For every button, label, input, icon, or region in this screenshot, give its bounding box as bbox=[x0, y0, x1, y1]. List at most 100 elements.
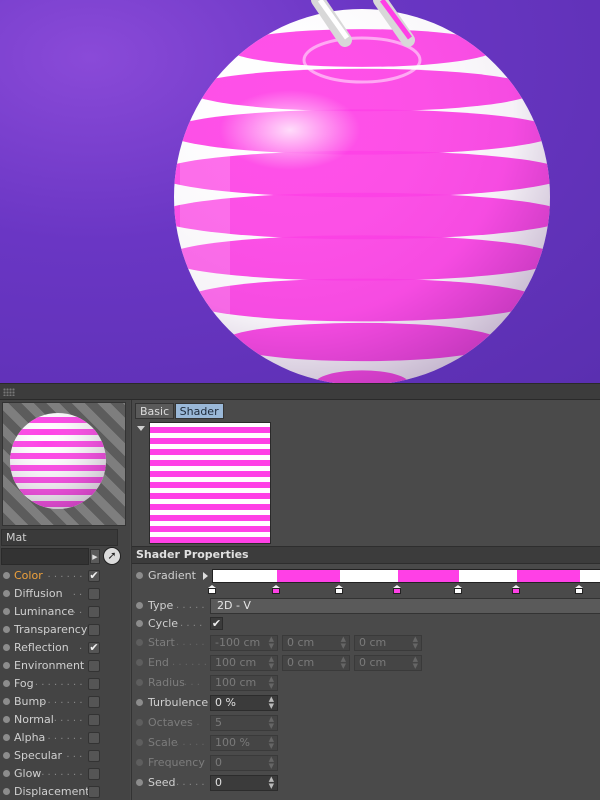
animate-dot-icon[interactable] bbox=[3, 572, 10, 579]
animate-dot-icon[interactable] bbox=[3, 788, 10, 795]
animate-dot-icon[interactable] bbox=[136, 659, 143, 666]
tab-basic[interactable]: Basic bbox=[135, 403, 175, 419]
start-z-field[interactable]: 0 cm ▲ ▼ bbox=[354, 635, 422, 651]
channel-checkbox[interactable] bbox=[88, 714, 100, 726]
channel-environment[interactable]: Environment bbox=[0, 657, 130, 675]
animate-dot-icon[interactable] bbox=[3, 752, 10, 759]
radius-field[interactable]: 100 cm ▲ ▼ bbox=[210, 675, 278, 691]
gradient-knot[interactable] bbox=[393, 585, 402, 594]
channel-diffusion[interactable]: Diffusion. . . . . . . . . . bbox=[0, 585, 130, 603]
channel-checkbox[interactable] bbox=[88, 732, 100, 744]
animate-dot-icon[interactable] bbox=[136, 602, 143, 609]
material-name-field[interactable]: Mat bbox=[1, 529, 118, 546]
gradient-knot[interactable] bbox=[453, 585, 462, 594]
animate-dot-icon[interactable] bbox=[136, 719, 143, 726]
shader-stripe bbox=[150, 449, 270, 455]
section-header[interactable]: Shader Properties bbox=[132, 546, 600, 564]
seed-field[interactable]: 0 ▲ ▼ bbox=[210, 775, 278, 791]
material-preview[interactable] bbox=[2, 402, 126, 526]
texture-menu-arrow-icon[interactable]: ▶ bbox=[90, 549, 100, 564]
end-x-field[interactable]: 100 cm ▲ ▼ bbox=[210, 655, 278, 671]
channel-checkbox[interactable] bbox=[88, 606, 100, 618]
animate-dot-icon[interactable] bbox=[136, 779, 143, 786]
tab-shader[interactable]: Shader bbox=[174, 403, 224, 419]
channel-transparency[interactable]: Transparency bbox=[0, 621, 130, 639]
shader-stripe bbox=[150, 526, 270, 532]
animate-dot-icon[interactable] bbox=[136, 739, 143, 746]
gradient-knot[interactable] bbox=[208, 585, 216, 594]
animate-dot-icon[interactable] bbox=[3, 662, 10, 669]
channel-normal[interactable]: Normal. . . . . . . . . . bbox=[0, 711, 130, 729]
frequency-field[interactable]: 0 ▲ ▼ bbox=[210, 755, 278, 771]
collapse-triangle-icon[interactable] bbox=[137, 426, 145, 431]
start-y-field[interactable]: 0 cm ▲ ▼ bbox=[282, 635, 350, 651]
panel-divider[interactable] bbox=[0, 383, 600, 400]
channel-checkbox[interactable]: ✔ bbox=[88, 570, 100, 582]
frequency-value: 0 bbox=[215, 756, 222, 769]
animate-dot-icon[interactable] bbox=[3, 770, 10, 777]
channel-fog[interactable]: Fog. . . . . . . . . . bbox=[0, 675, 130, 693]
frequency-row: Frequency 0 ▲ ▼ bbox=[132, 753, 600, 773]
start-x-field[interactable]: -100 cm ▲ ▼ bbox=[210, 635, 278, 651]
channel-label: Alpha bbox=[14, 731, 46, 744]
channel-color[interactable]: Color. . . . . . . . . .✔ bbox=[0, 567, 130, 585]
channel-bump[interactable]: Bump. . . . . . . . . . bbox=[0, 693, 130, 711]
channel-checkbox[interactable] bbox=[88, 678, 100, 690]
channel-reflection[interactable]: Reflection. . . . . . . . . .✔ bbox=[0, 639, 130, 657]
channel-label: Transparency bbox=[14, 623, 88, 636]
animate-dot-icon[interactable] bbox=[136, 679, 143, 686]
end-y-field[interactable]: 0 cm ▲ ▼ bbox=[282, 655, 350, 671]
animate-dot-icon[interactable] bbox=[3, 680, 10, 687]
grip-icon[interactable] bbox=[3, 388, 15, 396]
channel-luminance[interactable]: Luminance. . . . . . . . . . bbox=[0, 603, 130, 621]
gradient-bar[interactable] bbox=[212, 569, 600, 583]
gradient-knot[interactable] bbox=[574, 585, 583, 594]
section-title: Shader Properties bbox=[136, 548, 249, 561]
channel-checkbox[interactable] bbox=[88, 750, 100, 762]
start-x-value: -100 cm bbox=[215, 636, 261, 649]
end-z-field[interactable]: 0 cm ▲ ▼ bbox=[354, 655, 422, 671]
expand-triangle-icon[interactable] bbox=[203, 572, 208, 580]
channel-specular[interactable]: Specular. . . . . . . . . . bbox=[0, 747, 130, 765]
channel-checkbox[interactable] bbox=[88, 588, 100, 600]
channel-glow[interactable]: Glow. . . . . . . . . . bbox=[0, 765, 130, 783]
texture-path-field[interactable] bbox=[1, 548, 89, 565]
render-viewport[interactable] bbox=[0, 0, 600, 383]
animate-dot-icon[interactable] bbox=[136, 639, 143, 646]
channel-checkbox[interactable] bbox=[88, 786, 100, 798]
end-label: End bbox=[148, 656, 169, 669]
gradient-segment bbox=[277, 570, 340, 582]
animate-dot-icon[interactable] bbox=[3, 734, 10, 741]
animate-dot-icon[interactable] bbox=[3, 626, 10, 633]
animate-dot-icon[interactable] bbox=[3, 716, 10, 723]
scale-field[interactable]: 100 % ▲ ▼ bbox=[210, 735, 278, 751]
channel-displacement[interactable]: Displacement bbox=[0, 783, 130, 800]
animate-dot-icon[interactable] bbox=[3, 608, 10, 615]
animate-dot-icon[interactable] bbox=[136, 699, 143, 706]
animate-dot-icon[interactable] bbox=[3, 698, 10, 705]
octaves-field[interactable]: 5 ▲ ▼ bbox=[210, 715, 278, 731]
cycle-checkbox[interactable]: ✔ bbox=[210, 617, 223, 630]
channel-checkbox[interactable]: ✔ bbox=[88, 642, 100, 654]
animate-dot-icon[interactable] bbox=[136, 572, 143, 579]
turbulence-field[interactable]: 0 % ▲ ▼ bbox=[210, 695, 278, 711]
channel-checkbox[interactable] bbox=[88, 624, 100, 636]
channel-label: Displacement bbox=[14, 785, 90, 798]
end-y-value: 0 cm bbox=[287, 656, 315, 669]
channel-alpha[interactable]: Alpha. . . . . . . . . . bbox=[0, 729, 130, 747]
gradient-knot[interactable] bbox=[334, 585, 343, 594]
pick-cursor-icon[interactable]: ➚ bbox=[103, 547, 121, 565]
channel-label: Diffusion bbox=[14, 587, 63, 600]
seed-label: Seed bbox=[148, 776, 176, 789]
attribute-panel: Basic Shader Shader Properties Gradient … bbox=[131, 400, 600, 800]
gradient-knot[interactable] bbox=[272, 585, 281, 594]
channel-checkbox[interactable] bbox=[88, 696, 100, 708]
channel-checkbox[interactable] bbox=[88, 660, 100, 672]
animate-dot-icon[interactable] bbox=[136, 759, 143, 766]
animate-dot-icon[interactable] bbox=[3, 590, 10, 597]
animate-dot-icon[interactable] bbox=[3, 644, 10, 651]
animate-dot-icon[interactable] bbox=[136, 620, 143, 627]
channel-checkbox[interactable] bbox=[88, 768, 100, 780]
type-dropdown[interactable]: 2D - V bbox=[210, 598, 600, 614]
gradient-knot[interactable] bbox=[512, 585, 521, 594]
